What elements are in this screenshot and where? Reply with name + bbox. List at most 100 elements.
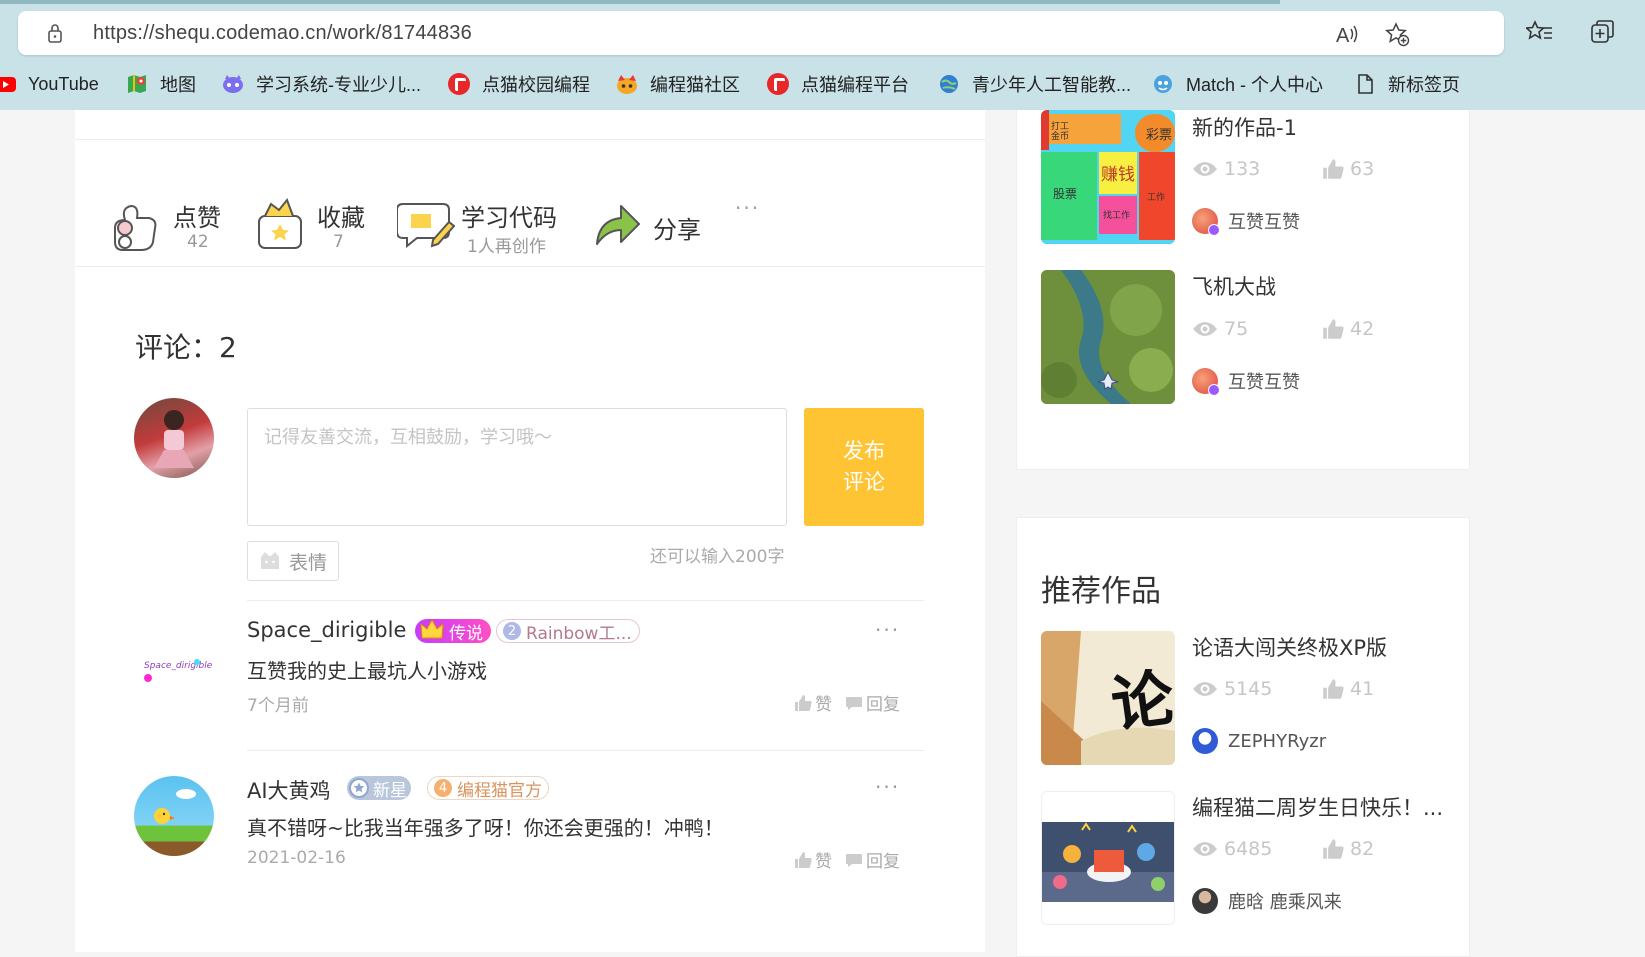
- comment-time: 2021-02-16: [247, 848, 346, 868]
- comment-more-button[interactable]: ···: [875, 775, 900, 799]
- bookmark-new-tab[interactable]: 新标签页: [1354, 70, 1460, 98]
- svg-text:A: A: [1336, 25, 1350, 47]
- bookmark-label: 青少年人工智能教...: [972, 75, 1132, 95]
- star-medal-icon: [349, 778, 369, 798]
- work-thumbnail[interactable]: 论: [1041, 631, 1175, 765]
- comment-like-button[interactable]: 赞: [794, 847, 832, 872]
- comment-input[interactable]: [247, 408, 787, 526]
- work-thumbnail[interactable]: [1041, 270, 1175, 404]
- bookmark-label: 编程猫社区: [650, 75, 740, 95]
- dianmao-icon: [448, 73, 470, 95]
- comment-text: 真不错呀~比我当年强多了呀！你还会更强的！冲鸭！: [247, 816, 724, 840]
- comment-username[interactable]: Space_dirigible: [247, 618, 406, 642]
- eye-icon: [1193, 162, 1217, 176]
- collections-icon[interactable]: [1589, 18, 1617, 46]
- bookmark-youtube[interactable]: YouTube: [0, 70, 99, 98]
- work-title[interactable]: 新的作品-1: [1192, 112, 1297, 142]
- thumb-up-icon: [795, 851, 812, 868]
- comment-time: 7个月前: [247, 696, 309, 716]
- sparkle-icon: [194, 659, 200, 665]
- author-works-card: 打工 金币 彩票 股票 赚钱 工作 找工作 新的作品-1 133 63 互赞互赞…: [1016, 110, 1470, 470]
- work-thumbnail[interactable]: [1041, 791, 1175, 925]
- comment-reply-button[interactable]: 回复: [845, 690, 900, 715]
- bookmark-study-system[interactable]: 学习系统-专业少儿...: [222, 70, 421, 98]
- comment-text: 互赞我的史上最坑人小游戏: [247, 659, 487, 683]
- thumb-calligraphy: 论: [1106, 660, 1175, 742]
- work-author[interactable]: 互赞互赞: [1192, 208, 1300, 236]
- emoji-label: 表情: [288, 551, 327, 574]
- badge-text: 编程猫官方: [457, 780, 542, 801]
- url-text[interactable]: https://shequ.codemao.cn/work/81744836: [93, 22, 472, 45]
- comment-like-button[interactable]: 赞: [794, 690, 832, 715]
- bookmark-dianmao-campus[interactable]: 点猫校园编程: [448, 70, 590, 98]
- comment-avatar[interactable]: [134, 776, 214, 856]
- thumb-label-gold: 打工 金币: [1051, 122, 1070, 142]
- bookmark-label: Match - 个人中心: [1186, 75, 1324, 95]
- comment-reply-button[interactable]: 回复: [845, 847, 900, 872]
- cat-face-icon: [260, 552, 279, 569]
- badge-text: 传说: [449, 623, 483, 644]
- publish-label-line1: 发布: [843, 439, 885, 463]
- divider: [247, 600, 924, 601]
- comments-count-title: 评论：2: [135, 331, 237, 364]
- author-name: 互赞互赞: [1228, 372, 1300, 393]
- work-author[interactable]: ZEPHYRyzr: [1192, 728, 1326, 754]
- lock-icon[interactable]: [48, 23, 62, 43]
- bookmark-match[interactable]: Match - 个人中心: [1152, 70, 1323, 98]
- thumb-up-icon: [795, 694, 812, 711]
- thumb-label-money: 赚钱: [1101, 165, 1135, 185]
- comment-more-button[interactable]: ···: [875, 618, 900, 642]
- thumb-up-icon: [1323, 319, 1344, 339]
- favorites-icon[interactable]: [1526, 18, 1554, 46]
- bookmark-dianmao-platform[interactable]: 点猫编程平台: [767, 70, 909, 98]
- work-author[interactable]: 鹿晗 鹿乘风来: [1192, 888, 1342, 914]
- address-bar[interactable]: https://shequ.codemao.cn/work/81744836 A: [18, 11, 1504, 55]
- comment-avatar[interactable]: Space_dirigible: [134, 629, 214, 709]
- birthday-party-thumbnail: [1042, 792, 1174, 924]
- newstar-level-badge: 新星: [347, 776, 411, 801]
- page-icon: [1358, 74, 1373, 94]
- bookmark-maps[interactable]: 地图: [126, 70, 196, 98]
- legend-level-badge: 传说: [415, 618, 491, 644]
- work-title[interactable]: 论语大闯关终极XP版: [1192, 632, 1387, 662]
- more-actions-button[interactable]: ···: [735, 196, 760, 220]
- work-title[interactable]: 飞机大战: [1192, 271, 1276, 301]
- share-action[interactable]: 分享: [593, 190, 703, 270]
- work-thumbnail[interactable]: 打工 金币 彩票 股票 赚钱 工作 找工作: [1041, 110, 1175, 244]
- author-avatar: [1192, 728, 1218, 754]
- add-favorite-icon[interactable]: [1384, 21, 1410, 47]
- collect-label: 收藏: [317, 204, 365, 232]
- view-number: 75: [1224, 318, 1249, 340]
- collect-action[interactable]: 收藏 7: [255, 190, 385, 270]
- reply-label: 回复: [866, 695, 900, 715]
- work-author[interactable]: 互赞互赞: [1192, 368, 1300, 396]
- author-name: 鹿晗 鹿乘风来: [1228, 892, 1342, 913]
- yellow-chick-icon: [154, 789, 196, 824]
- author-name: ZEPHYRyzr: [1228, 730, 1327, 752]
- read-aloud-icon[interactable]: A: [1334, 21, 1360, 47]
- learn-code-icon: [397, 203, 455, 249]
- like-label: 赞: [815, 852, 832, 872]
- learn-code-action[interactable]: 学习代码 1人再创作: [397, 190, 567, 270]
- emoji-button[interactable]: 表情: [247, 541, 339, 581]
- bookmarks-bar: YouTube 地图 学习系统-专业少儿... 点猫校园编程 编程猫社区 点猫编…: [0, 64, 1645, 104]
- like-action[interactable]: 点赞 42: [111, 190, 231, 270]
- comment-username[interactable]: AI大黄鸡: [247, 775, 331, 805]
- work-title[interactable]: 编程猫二周岁生日快乐！...: [1192, 792, 1443, 822]
- publish-comment-button[interactable]: 发布 评论: [804, 408, 924, 526]
- collect-count: 7: [333, 232, 344, 252]
- divider: [75, 139, 985, 140]
- bookmark-label: 点猫校园编程: [482, 75, 590, 95]
- workshop-badge[interactable]: 2 Rainbow工...: [496, 619, 640, 644]
- view-number: 6485: [1224, 838, 1273, 860]
- view-count: 133: [1192, 158, 1260, 180]
- eye-icon: [1193, 322, 1217, 336]
- youtube-icon: [0, 77, 16, 92]
- current-user-avatar[interactable]: [134, 398, 214, 478]
- bookmark-youth-ai[interactable]: 青少年人工智能教...: [938, 70, 1131, 98]
- sparkle-icon: [144, 674, 152, 682]
- level-number-icon: 4: [434, 779, 452, 797]
- official-badge[interactable]: 4 编程猫官方: [427, 776, 549, 801]
- thumb-label-lottery: 彩票: [1146, 128, 1173, 143]
- bookmark-codemao-community[interactable]: 编程猫社区: [616, 70, 740, 98]
